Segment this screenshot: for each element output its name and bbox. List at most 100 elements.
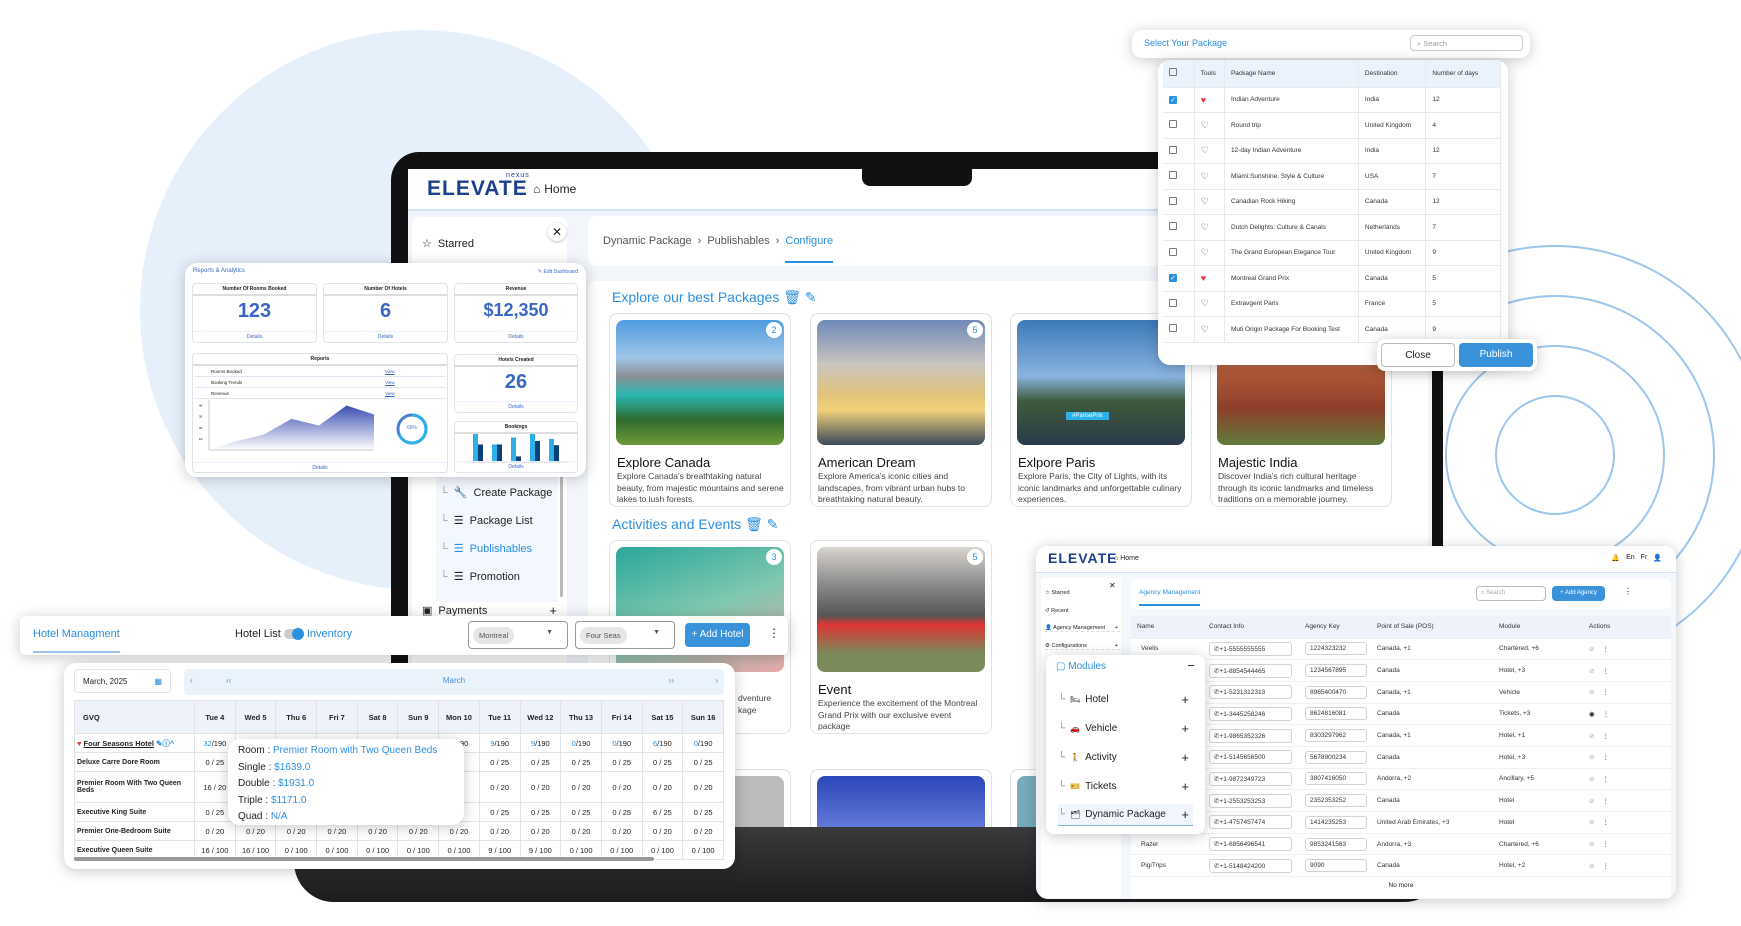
kebab-menu-icon[interactable]: ⋮ [1602,689,1609,696]
availability-cell[interactable]: 0 / 25 [560,752,602,772]
availability-cell[interactable]: 0 / 100 [682,840,724,860]
module-item-dynamic-package[interactable]: └ 🗂 Dynamic Package + [1058,804,1193,826]
kebab-menu-icon[interactable]: ⋮ [1602,668,1609,675]
kebab-menu-icon[interactable]: ⋮ [1602,776,1609,783]
kebab-menu-icon[interactable]: ⋮ [1602,754,1609,761]
package-row[interactable]: ♡ Round trip United Kingdom 4 [1163,112,1501,139]
eye-off-icon[interactable]: ⊘ [1589,863,1594,870]
availability-cell[interactable]: 9/190 [478,733,521,753]
row-checkbox[interactable] [1169,171,1177,180]
availability-cell[interactable]: 0 / 20 [478,821,521,841]
row-checkbox[interactable] [1169,324,1177,333]
expand-plus-icon[interactable]: + [1181,779,1189,794]
phone-field[interactable]: ✆+1-5145656500 [1209,750,1292,765]
availability-cell[interactable]: 0 / 25 [560,802,602,822]
package-row[interactable]: ♡ The Grand European Elegance Tour United … [1163,240,1501,266]
package-row[interactable]: ♡ Dutch Delights: Culture & Canals Netherl… [1163,214,1501,241]
package-row[interactable]: ♡ 12-day Indian Adventure India 12 [1163,138,1501,164]
agency-row[interactable]: Razer ✆+1-6856496541 9853241563 Andorra, +3… [1131,833,1671,856]
elevate-logo[interactable]: ELEVATE [1048,550,1118,566]
eye-off-icon[interactable]: ⊘ [1589,646,1594,653]
row-checkbox[interactable]: ✓ [1169,274,1177,283]
sidebar-item-promotion[interactable]: └ ☰ Promotion [440,570,520,584]
availability-cell[interactable]: 0 / 20 [519,771,562,803]
heart-icon[interactable]: ♡ [1201,324,1209,334]
availability-cell[interactable]: 0 / 20 [600,821,643,841]
eye-icon[interactable]: ◉ [1589,711,1595,718]
module-item-vehicle[interactable]: └ 🚗 Vehicle + [1058,717,1193,739]
agency-key-field[interactable]: 8303297962 [1305,729,1367,743]
eye-off-icon[interactable]: ⊘ [1589,819,1594,826]
package-row[interactable]: ♡ Canadian Rock Hiking Canada 12 [1163,189,1501,215]
package-card[interactable] [810,769,992,827]
phone-field[interactable]: ✆+1-5148424200 [1209,858,1292,873]
heart-icon[interactable]: ♡ [1201,171,1209,181]
agency-key-field[interactable]: 3807416050 [1305,772,1367,786]
availability-cell[interactable]: 0 / 25 [682,752,724,772]
eye-off-icon[interactable]: ⊘ [1589,841,1594,848]
availability-cell[interactable]: 0 / 25 [478,752,521,772]
expand-plus-icon[interactable]: + [1115,643,1118,649]
heart-icon[interactable]: ♥ [1201,95,1206,105]
agency-sidebar-item[interactable]: ↺ Recent [1045,608,1120,614]
module-item-tickets[interactable]: └ 🎫 Tickets + [1058,775,1193,797]
hotel-name-link[interactable]: Four Seasons Hotel [84,739,154,748]
view-toggle[interactable]: Hotel List Inventory [235,628,352,640]
module-item-activity[interactable]: └ 🚶 Activity + [1058,746,1193,768]
trash-icon[interactable]: 🗑 [745,516,763,532]
bell-icon[interactable]: 🔔 [1611,554,1620,562]
heart-icon[interactable]: ♥ [1201,273,1206,283]
add-hotel-button[interactable]: + Add Hotel [685,623,750,647]
agency-row[interactable]: ✆+1-8854544465 1234567895 Canada Hotel, +3 ⊘… [1131,659,1671,682]
availability-cell[interactable]: 0 / 25 [682,802,724,822]
package-row[interactable]: ✓ ♥ Montreal Grand Prix Canada 5 [1163,265,1501,292]
availability-cell[interactable]: 9/190 [519,733,562,753]
edit-icon[interactable]: ✎ [767,516,779,532]
agency-key-field[interactable]: 9090 [1305,859,1367,873]
home-link[interactable]: ⌂ Home [1114,555,1139,562]
agency-row[interactable]: ✆+1-5231312313 8965400470 Canada, +1 Vehicl… [1131,681,1671,704]
eye-off-icon[interactable]: ⊘ [1589,776,1594,783]
edit-icon[interactable]: ✎ⓘ^ [154,739,174,748]
kebab-menu-icon[interactable]: ⋮ [1603,711,1610,718]
kebab-menu-icon[interactable]: ⋮ [1602,646,1609,653]
details-link[interactable]: Details [193,331,316,340]
details-link[interactable]: Details [324,331,447,340]
expand-plus-icon[interactable]: + [1181,692,1189,707]
agency-key-field[interactable]: 1224323232 [1305,642,1367,656]
expand-plus-icon[interactable]: + [1115,625,1118,631]
heart-icon[interactable]: ♡ [1201,120,1209,130]
agency-sidebar-item[interactable]: 👤 Agency Management + [1045,625,1120,632]
agency-row[interactable]: ✆+1-9872349723 3807416050 Andorra, +2 Ancil… [1131,768,1671,791]
kebab-menu-icon[interactable]: ⋮ [1602,819,1609,826]
modules-header[interactable]: ▢ Modules [1056,661,1106,672]
package-row[interactable]: ♡ Miami:Sunshine, Style & Culture USA 7 [1163,163,1501,190]
availability-cell[interactable]: 0 / 20 [682,771,724,803]
lang-fr[interactable]: Fr [1641,554,1648,562]
agency-row[interactable]: Veelis ✆+1-5555555555 1224323232 Canada, +1… [1131,638,1671,661]
phone-field[interactable]: ✆+1-9872349723 [1209,771,1292,786]
agency-key-field[interactable]: 2352353252 [1305,794,1367,808]
close-sidebar-icon[interactable]: ✕ [548,223,566,241]
availability-cell[interactable]: 0 / 20 [600,771,643,803]
view-link[interactable]: View [385,369,395,374]
user-icon[interactable]: 👤 [1653,554,1662,562]
agency-row[interactable]: PigiTrips ✆+1-5148424200 9090 Canada Hotel, … [1131,854,1671,878]
heart-icon[interactable]: ♡ [1201,247,1209,257]
row-checkbox[interactable] [1169,120,1177,129]
availability-cell[interactable]: 0 / 20 [560,771,602,803]
city-select[interactable]: Montreal ▼ [468,621,568,649]
row-checkbox[interactable] [1169,298,1177,307]
toggle-hotel-list[interactable]: Hotel List [235,628,281,640]
package-row[interactable]: ✓ ♥ Indian Adventure India 12 [1163,87,1501,113]
availability-cell[interactable]: 0 / 25 [600,752,643,772]
eye-off-icon[interactable]: ⊘ [1589,798,1594,805]
close-sidebar-icon[interactable]: ✕ [1109,581,1116,590]
kebab-menu-icon[interactable]: ⋮ [1602,863,1609,870]
phone-field[interactable]: ✆+1-6856496541 [1209,837,1292,852]
view-link[interactable]: View [385,391,395,396]
package-card[interactable]: 5 American Dream Explore America's iconic … [810,313,992,507]
agency-key-field[interactable]: 1414235253 [1305,815,1367,829]
sidebar-starred[interactable]: ☆ Starred [422,237,474,251]
edit-icon[interactable]: ✎ [805,289,817,305]
